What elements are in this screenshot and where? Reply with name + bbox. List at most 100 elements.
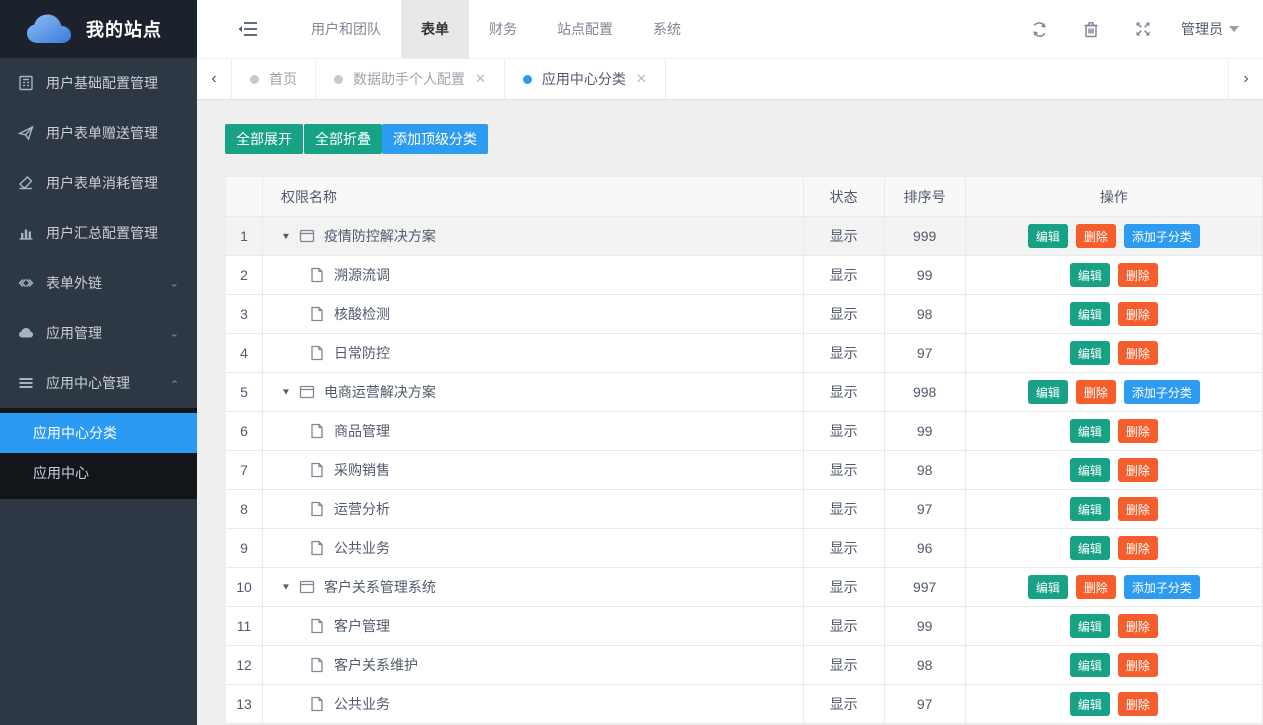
sidebar-item-label: 用户基础配置管理 <box>46 73 158 93</box>
edit-button[interactable]: 编辑 <box>1070 614 1110 638</box>
delete-button[interactable]: 删除 <box>1118 653 1158 677</box>
edit-button[interactable]: 编辑 <box>1070 536 1110 560</box>
edit-button[interactable]: 编辑 <box>1028 380 1068 404</box>
edit-button[interactable]: 编辑 <box>1070 458 1110 482</box>
delete-button[interactable]: 删除 <box>1118 419 1158 443</box>
tree-collapse-caret-icon[interactable]: ▼ <box>281 231 291 241</box>
edit-button[interactable]: 编辑 <box>1070 302 1110 326</box>
user-menu[interactable]: 管理员 <box>1181 19 1239 39</box>
permission-name: 电商运营解决方案 <box>324 382 436 402</box>
table-row[interactable]: 1 ▼ 疫情防控解决方案 显示 999 编辑删除添加子分类 <box>226 217 1263 256</box>
send-icon <box>18 125 34 141</box>
delete-button[interactable]: 删除 <box>1118 341 1158 365</box>
edit-button[interactable]: 编辑 <box>1070 653 1110 677</box>
table-row[interactable]: 11 客户管理 显示 99 编辑删除 <box>226 607 1263 646</box>
edit-button[interactable]: 编辑 <box>1070 497 1110 521</box>
tabs-scroll-left-icon[interactable]: ‹ <box>197 59 232 99</box>
header-actions: 操作 <box>965 177 1262 217</box>
site-title: 我的站点 <box>86 16 162 42</box>
nav-item-system[interactable]: 系统 <box>633 0 701 58</box>
site-logo[interactable]: 我的站点 <box>0 0 197 58</box>
submenu-item-app-center[interactable]: 应用中心 <box>0 453 197 493</box>
sidebar-item-user-basic-config[interactable]: 用户基础配置管理 <box>0 58 197 108</box>
nav-item-users-teams[interactable]: 用户和团队 <box>291 0 401 58</box>
edit-button[interactable]: 编辑 <box>1070 419 1110 443</box>
nav-item-finance[interactable]: 财务 <box>469 0 537 58</box>
submenu-item-app-center-category[interactable]: 应用中心分类 <box>0 413 197 453</box>
permission-name: 客户关系维护 <box>334 655 418 675</box>
chevron-down-icon: ⌄ <box>170 328 179 338</box>
sidebar-item-app-manage[interactable]: 应用管理 ⌄ <box>0 308 197 358</box>
tree-collapse-caret-icon[interactable]: ▼ <box>281 582 291 592</box>
actions-cell: 编辑删除 <box>965 490 1262 529</box>
edit-button[interactable]: 编辑 <box>1028 575 1068 599</box>
delete-button[interactable]: 删除 <box>1118 458 1158 482</box>
table-row[interactable]: 12 客户关系维护 显示 98 编辑删除 <box>226 646 1263 685</box>
sidebar-item-form-links[interactable]: 表单外链 ⌄ <box>0 258 197 308</box>
tree-collapse-caret-icon[interactable]: ▼ <box>281 387 291 397</box>
edit-button[interactable]: 编辑 <box>1070 263 1110 287</box>
delete-button[interactable]: 删除 <box>1118 536 1158 560</box>
sidebar-item-app-center-manage[interactable]: 应用中心管理 ⌄ <box>0 358 197 408</box>
file-icon <box>309 306 325 322</box>
tabs-scroll-right-icon[interactable]: › <box>1228 59 1263 99</box>
row-index: 9 <box>226 529 263 568</box>
tab-app-center-category[interactable]: 应用中心分类 ✕ <box>505 59 666 99</box>
delete-button[interactable]: 删除 <box>1118 263 1158 287</box>
add-sub-category-button[interactable]: 添加子分类 <box>1124 575 1200 599</box>
delete-button[interactable]: 删除 <box>1118 497 1158 521</box>
collapse-all-button[interactable]: 全部折叠 <box>304 124 382 154</box>
table-row[interactable]: 6 商品管理 显示 99 编辑删除 <box>226 412 1263 451</box>
folder-icon <box>299 384 315 400</box>
file-icon <box>309 423 325 439</box>
tab-home[interactable]: 首页 <box>232 59 316 99</box>
tab-close-icon[interactable]: ✕ <box>475 71 486 87</box>
edit-button[interactable]: 编辑 <box>1070 692 1110 716</box>
delete-button[interactable]: 删除 <box>1118 302 1158 326</box>
table-row[interactable]: 7 采购销售 显示 98 编辑删除 <box>226 451 1263 490</box>
fullscreen-icon[interactable] <box>1117 21 1169 37</box>
expand-all-button[interactable]: 全部展开 <box>225 124 303 154</box>
table-row[interactable]: 8 运营分析 显示 97 编辑删除 <box>226 490 1263 529</box>
nav-item-forms[interactable]: 表单 <box>401 0 469 58</box>
add-sub-category-button[interactable]: 添加子分类 <box>1124 380 1200 404</box>
status-cell: 显示 <box>803 334 884 373</box>
tab-data-assistant-config[interactable]: 数据助手个人配置 ✕ <box>316 59 505 99</box>
table-row[interactable]: 4 日常防控 显示 97 编辑删除 <box>226 334 1263 373</box>
table-row[interactable]: 13 公共业务 显示 97 编辑删除 <box>226 685 1263 724</box>
chevron-up-icon: ⌄ <box>170 378 179 388</box>
add-sub-category-button[interactable]: 添加子分类 <box>1124 224 1200 248</box>
table-row[interactable]: 10 ▼ 客户关系管理系统 显示 997 编辑删除添加子分类 <box>226 568 1263 607</box>
table-row[interactable]: 5 ▼ 电商运营解决方案 显示 998 编辑删除添加子分类 <box>226 373 1263 412</box>
actions-cell: 编辑删除添加子分类 <box>965 568 1262 607</box>
permissions-table: 权限名称 状态 排序号 操作 1 ▼ 疫情防控解决方案 显示 999 编辑删除添… <box>225 176 1263 724</box>
file-icon <box>309 540 325 556</box>
main-column: 用户和团队 表单 财务 站点配置 系统 <box>197 0 1263 725</box>
sidebar-item-summary-config[interactable]: 用户汇总配置管理 <box>0 208 197 258</box>
edit-button[interactable]: 编辑 <box>1070 341 1110 365</box>
sidebar-collapse-icon[interactable] <box>219 0 277 58</box>
nav-item-site-config[interactable]: 站点配置 <box>537 0 633 58</box>
header-index <box>226 177 263 217</box>
refresh-icon[interactable] <box>1013 21 1065 38</box>
delete-button[interactable]: 删除 <box>1076 380 1116 404</box>
permission-name: 公共业务 <box>334 538 390 558</box>
delete-button[interactable]: 删除 <box>1118 692 1158 716</box>
trash-icon[interactable] <box>1065 21 1117 38</box>
sort-cell: 99 <box>884 256 965 295</box>
sidebar-item-form-gift[interactable]: 用户表单赠送管理 <box>0 108 197 158</box>
user-name: 管理员 <box>1181 19 1223 39</box>
sidebar-item-form-consume[interactable]: 用户表单消耗管理 <box>0 158 197 208</box>
actions-cell: 编辑删除 <box>965 607 1262 646</box>
tab-close-icon[interactable]: ✕ <box>636 71 647 87</box>
delete-button[interactable]: 删除 <box>1076 224 1116 248</box>
row-index: 2 <box>226 256 263 295</box>
table-row[interactable]: 9 公共业务 显示 96 编辑删除 <box>226 529 1263 568</box>
table-row[interactable]: 3 核酸检测 显示 98 编辑删除 <box>226 295 1263 334</box>
add-top-category-button[interactable]: 添加顶级分类 <box>382 124 488 154</box>
edit-button[interactable]: 编辑 <box>1028 224 1068 248</box>
table-row[interactable]: 2 溯源流调 显示 99 编辑删除 <box>226 256 1263 295</box>
chevron-down-icon: ⌄ <box>170 278 179 288</box>
delete-button[interactable]: 删除 <box>1118 614 1158 638</box>
delete-button[interactable]: 删除 <box>1076 575 1116 599</box>
